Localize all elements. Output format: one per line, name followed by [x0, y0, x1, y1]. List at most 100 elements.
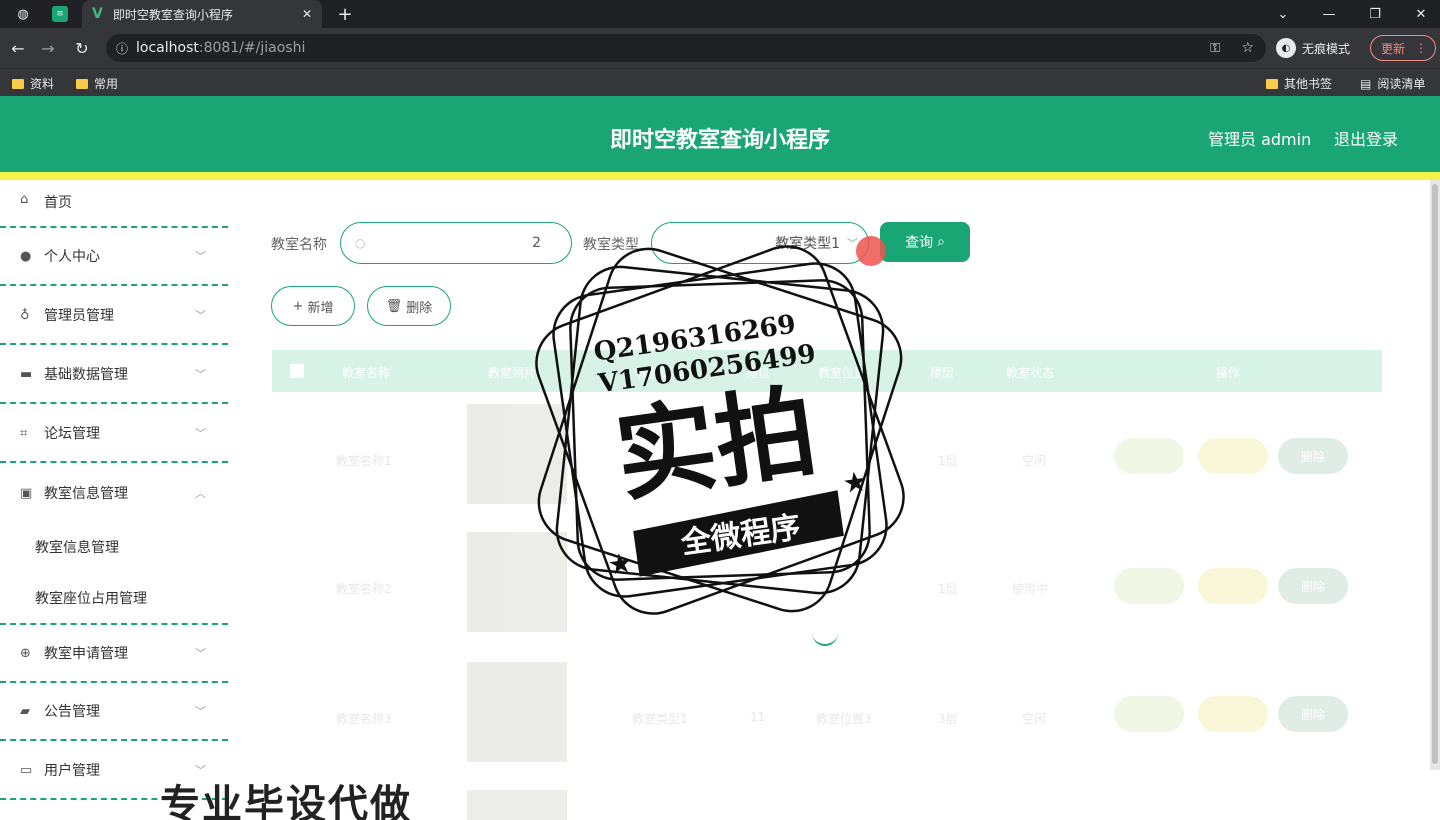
reading-list-icon: ▤ — [1360, 76, 1372, 91]
sidebar-item-profile[interactable]: ● 个人中心 ﹀ — [0, 228, 228, 286]
user-icon: ● — [20, 248, 32, 264]
new-tab-icon[interactable]: + — [336, 4, 354, 25]
watermark-bottom-text: 专业毕设代做 — [160, 782, 412, 820]
home-icon: ⌂ — [20, 192, 29, 207]
close-window-icon[interactable]: ✕ — [1412, 5, 1430, 23]
sidebar-subitem-seat-occupancy[interactable]: 教室座位占用管理 — [35, 588, 147, 608]
details-button[interactable] — [1114, 438, 1184, 474]
sidebar-item-label: 教室申请管理 — [44, 646, 128, 662]
column-header: 操作 — [1216, 366, 1241, 380]
chevron-down-icon: ﹀ — [195, 705, 206, 718]
sidebar-subitem-classroom-info[interactable]: 教室信息管理 — [35, 537, 119, 557]
sidebar-item-label: 个人中心 — [44, 249, 100, 265]
sidebar-item-label: 公告管理 — [44, 704, 100, 720]
watermark-big: 实拍 — [609, 372, 823, 516]
bookmarks-bar: 资料 常用 其他书签 ▤ 阅读清单 — [0, 68, 1440, 96]
key-icon[interactable]: ⚿ — [1210, 41, 1220, 56]
details-button[interactable] — [1114, 568, 1184, 604]
chevron-down-icon: ﹀ — [195, 309, 206, 322]
row-delete-button[interactable]: 删除 — [1278, 696, 1348, 732]
incognito-icon: ◐ — [1276, 38, 1296, 58]
floor-cell: 3层 — [938, 712, 958, 726]
bookmark-folder[interactable]: 常用 — [76, 75, 118, 92]
bookmark-label: 常用 — [94, 77, 119, 91]
reading-list[interactable]: ▤ 阅读清单 — [1360, 75, 1425, 92]
star-icon: ★ — [840, 464, 869, 500]
folder-icon — [12, 78, 24, 89]
incognito-indicator[interactable]: ◐ 无痕模式 — [1276, 35, 1350, 61]
status-cell: 空闲 — [1022, 712, 1047, 726]
column-header: 楼层 — [930, 366, 955, 380]
back-icon[interactable]: ← — [8, 38, 28, 58]
row-delete-button[interactable]: 删除 — [1278, 438, 1348, 474]
sidebar-item-notices[interactable]: ▰ 公告管理 ﹀ — [0, 683, 228, 741]
delete-button[interactable]: 🗑 删除 — [367, 286, 451, 326]
search-icon: ○ — [355, 236, 366, 250]
sidebar-item-applications[interactable]: ⊕ 教室申请管理 ﹀ — [0, 623, 228, 683]
trash-icon: 🗑 — [385, 298, 403, 314]
folder-icon — [76, 78, 88, 89]
sidebar-item-label: 论坛管理 — [44, 426, 100, 442]
details-button[interactable] — [1114, 696, 1184, 732]
chat-icon: ▣ — [20, 485, 33, 501]
tab-close-icon[interactable]: ✕ — [302, 7, 312, 21]
sidebar-item-label: 基础数据管理 — [44, 367, 128, 383]
table-row[interactable]: 教室名称3 教室类型1 11 教室位置3 3层 空闲 删除 — [272, 662, 1382, 792]
url-host: localhost — [136, 40, 199, 56]
status-cell: 空闲 — [1022, 454, 1047, 468]
minimize-icon[interactable]: — — [1320, 5, 1338, 23]
watermark-stamp: Q2196316269 V17060256499 实拍 全微程序 ★ ★ — [535, 245, 905, 615]
update-label: 更新 — [1381, 41, 1406, 56]
add-label: 新增 — [307, 300, 334, 316]
globe-icon[interactable]: ◍ — [14, 5, 32, 23]
column-header: 教室名称 — [342, 366, 391, 380]
logout-link[interactable]: 退出登录 — [1334, 126, 1398, 150]
plus-icon: + — [292, 298, 304, 314]
bookmark-folder[interactable]: 资料 — [12, 75, 54, 92]
reload-icon[interactable]: ↻ — [72, 38, 92, 58]
sidebar-item-basic-data[interactable]: ▬ 基础数据管理 ﹀ — [0, 346, 228, 404]
edit-button[interactable] — [1198, 438, 1268, 474]
table-row[interactable] — [272, 790, 1382, 820]
column-header: 教室状态 — [1006, 366, 1055, 380]
page-scrollbar[interactable] — [1430, 180, 1440, 770]
search-icon: ⌕ — [937, 234, 945, 250]
select-all-checkbox[interactable] — [290, 364, 304, 378]
floor-cell: 1层 — [938, 454, 958, 468]
header-accent-line — [0, 172, 1440, 180]
other-bookmarks[interactable]: 其他书签 — [1266, 75, 1332, 92]
chevron-up-icon: ︿ — [195, 487, 206, 500]
edit-button[interactable] — [1198, 696, 1268, 732]
address-bar[interactable]: ⓘ localhost:8081/#/jiaoshi ⚿ ☆ — [106, 34, 1266, 62]
chevron-down-icon: ﹀ — [195, 427, 206, 440]
app-favicon-icon[interactable]: ≡ — [52, 6, 68, 22]
sidebar-item-label: 首页 — [44, 195, 72, 211]
restore-icon[interactable]: ❐ — [1366, 5, 1384, 23]
sidebar-item-home[interactable]: ⌂ 首页 — [0, 180, 228, 228]
classroom-name-cell: 教室名称3 — [336, 712, 392, 726]
row-delete-button[interactable]: 删除 — [1278, 568, 1348, 604]
admin-label: 管理员 admin — [1208, 130, 1312, 149]
update-button[interactable]: 更新 ⋮ — [1370, 35, 1436, 61]
sidebar-item-forum[interactable]: ⌗ 论坛管理 ﹀ — [0, 405, 228, 463]
seats-cell: 11 — [750, 710, 766, 724]
sidebar-item-classroom-info[interactable]: ▣ 教室信息管理 ︿ — [0, 464, 228, 522]
folder-icon — [1266, 78, 1278, 89]
sidebar-item-label: 教室信息管理 — [44, 486, 128, 502]
edit-button[interactable] — [1198, 568, 1268, 604]
browser-tab[interactable]: V 即时空教室查询小程序 ✕ — [82, 0, 322, 28]
delete-label: 删除 — [406, 300, 433, 316]
crop-icon: ⌗ — [20, 425, 28, 441]
tab-search-chevron-icon[interactable]: ⌄ — [1274, 5, 1292, 23]
scrollbar-thumb[interactable] — [1432, 184, 1438, 764]
forward-icon[interactable]: → — [38, 38, 58, 58]
sidebar-item-label: 管理员管理 — [44, 308, 114, 324]
star-icon[interactable]: ☆ — [1241, 40, 1254, 56]
click-indicator — [856, 236, 886, 266]
url-path: :8081/#/jiaoshi — [198, 40, 306, 56]
chevron-down-icon: ﹀ — [195, 764, 206, 777]
browser-tabbar: ◍ ≡ V 即时空教室查询小程序 ✕ + ⌄ — ❐ ✕ — [0, 0, 1440, 28]
sidebar-item-admins[interactable]: ♁ 管理员管理 ﹀ — [0, 287, 228, 345]
info-icon[interactable]: ⓘ — [116, 40, 128, 57]
add-button[interactable]: + 新增 — [271, 286, 355, 326]
